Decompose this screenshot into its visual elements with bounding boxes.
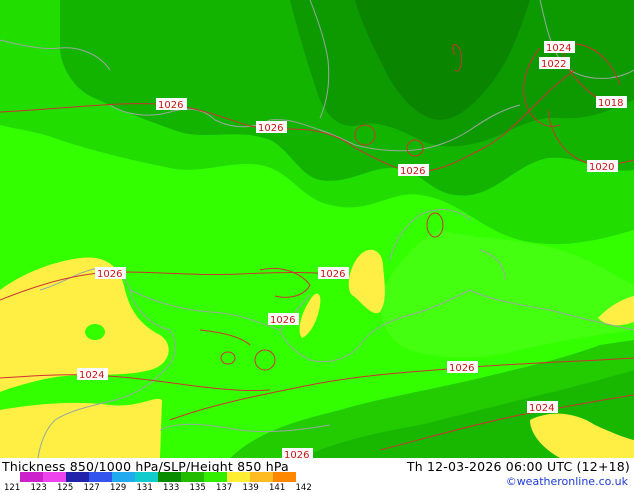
legend-swatch <box>181 472 204 482</box>
isobar-label: 1026 <box>95 267 126 280</box>
svg-text:1026: 1026 <box>400 166 425 177</box>
legend-swatch <box>158 472 181 482</box>
svg-text:1024: 1024 <box>546 43 571 54</box>
cool-spot <box>85 324 105 340</box>
legend-tick-label: 129 <box>110 483 127 493</box>
legend-tick-label: 135 <box>189 483 206 493</box>
warm-area-southwest <box>0 398 162 458</box>
svg-text:1026: 1026 <box>320 269 345 280</box>
svg-text:1020: 1020 <box>589 162 614 173</box>
isobar-label: 1026 <box>318 267 349 280</box>
legend-tick-label: 131 <box>136 483 153 493</box>
isobar-label: 1026 <box>156 98 187 111</box>
weather-map: 1026 1026 1026 1026 1026 1026 1026 1026 … <box>0 0 634 458</box>
isobar-label: 1026 <box>398 164 429 177</box>
color-legend: 121 123 125 127 129 131 133 135 137 139 141 142 <box>4 471 312 493</box>
legend-tick-label: 123 <box>30 483 47 493</box>
map-canvas: 1026 1026 1026 1026 1026 1026 1026 1026 … <box>0 0 634 458</box>
legend-swatch <box>43 472 66 482</box>
legend-swatch <box>112 472 135 482</box>
svg-text:1024: 1024 <box>529 403 554 414</box>
svg-text:1026: 1026 <box>258 123 283 134</box>
valid-time: Th 12-03-2026 06:00 UTC (12+18) <box>406 459 630 474</box>
legend-tick-label: 139 <box>242 483 259 493</box>
legend-swatch <box>227 472 250 482</box>
isobar-label: 1026 <box>256 121 287 134</box>
legend-swatch <box>89 472 112 482</box>
isobar-label: 1024 <box>527 401 558 414</box>
legend-swatch <box>135 472 158 482</box>
legend-tick-label: 142 <box>295 483 312 493</box>
isobar-label: 1026 <box>447 361 478 374</box>
isobar-label: 1022 <box>539 57 570 70</box>
legend-tick-label: 121 <box>4 483 21 493</box>
credit-link[interactable]: ©weatheronline.co.uk <box>506 475 628 488</box>
legend-swatch <box>66 472 89 482</box>
svg-text:1022: 1022 <box>541 59 566 70</box>
legend-swatch <box>204 472 227 482</box>
legend-tick-label: 133 <box>163 483 180 493</box>
isobar-label: 1026 <box>268 313 299 326</box>
svg-text:1024: 1024 <box>79 370 104 381</box>
legend-tick-label: 141 <box>269 483 286 493</box>
isobar-label: 1020 <box>587 160 618 173</box>
svg-text:1026: 1026 <box>158 100 183 111</box>
legend-tick-label: 125 <box>57 483 74 493</box>
legend-tick-label: 137 <box>216 483 233 493</box>
isobar-label: 1024 <box>544 41 575 54</box>
svg-text:1018: 1018 <box>598 98 623 109</box>
isobar-label: 1018 <box>596 96 627 109</box>
legend-tick-label: 127 <box>83 483 100 493</box>
legend-swatch <box>20 472 43 482</box>
svg-text:1026: 1026 <box>284 450 309 458</box>
svg-text:1026: 1026 <box>97 269 122 280</box>
legend-swatch <box>250 472 273 482</box>
legend-bar <box>20 472 296 482</box>
svg-text:1026: 1026 <box>449 363 474 374</box>
footer: Thickness 850/1000 hPa/SLP/Height 850 hP… <box>0 458 634 493</box>
isobar-label: 1024 <box>77 368 108 381</box>
legend-swatch <box>273 472 296 482</box>
isobar-label: 1026 <box>282 448 313 458</box>
svg-text:1026: 1026 <box>270 315 295 326</box>
